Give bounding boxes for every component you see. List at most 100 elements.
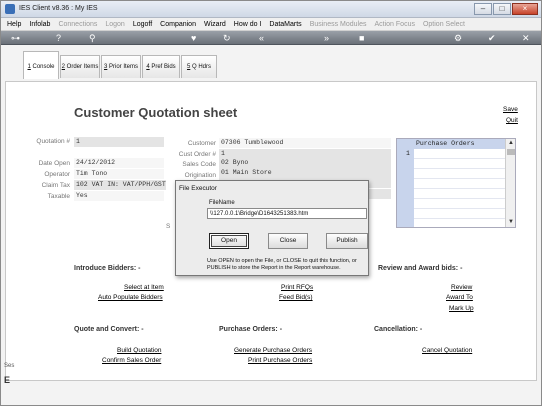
print-rfqs-link[interactable]: Print RFQs bbox=[281, 284, 313, 291]
sales-code-label: Sales Code bbox=[182, 161, 216, 168]
tab-strip: 1 Console 2 Order Items 3 Prior Items 4 … bbox=[1, 45, 541, 81]
auto-populate-bidders-link[interactable]: Auto Populate Bidders bbox=[98, 294, 163, 301]
quote-convert-heading: Quote and Convert: - bbox=[74, 326, 144, 333]
purchase-orders-list[interactable]: Purchase Orders 1 ▲ ▼ bbox=[396, 138, 516, 228]
close-window-button[interactable]: × bbox=[512, 3, 538, 15]
close-button[interactable]: Close bbox=[268, 233, 308, 249]
review-link[interactable]: Review bbox=[451, 284, 472, 291]
po-row-number: 1 bbox=[406, 150, 410, 157]
customer-field[interactable]: 07306 Tumblewood bbox=[219, 138, 391, 148]
menu-item-help[interactable]: Help bbox=[7, 21, 21, 28]
po-row[interactable] bbox=[414, 199, 505, 209]
po-scrollbar[interactable]: ▲ ▼ bbox=[505, 139, 515, 227]
fast-forward-icon[interactable]: » bbox=[324, 32, 329, 44]
po-row[interactable] bbox=[414, 209, 505, 219]
settings-icon[interactable]: ⚙ bbox=[454, 32, 462, 44]
po-row[interactable] bbox=[414, 159, 505, 169]
dialog-title: File Executor bbox=[179, 185, 217, 192]
menu-item-companion[interactable]: Companion bbox=[160, 21, 196, 28]
heart-icon[interactable]: ♥ bbox=[191, 32, 196, 44]
operator-field[interactable]: Tim Tono bbox=[74, 169, 164, 179]
tab-console[interactable]: 1 Console bbox=[23, 51, 59, 79]
claim-tax-field[interactable]: 102 VAT IN: VAT/PPH/GST/O bbox=[74, 180, 166, 190]
filename-input[interactable]: \\127.0.0.1\Bridge\D1643251383.htm bbox=[207, 208, 367, 219]
purchase-orders-heading: Purchase Orders: - bbox=[219, 326, 283, 333]
menu-item-datamarts[interactable]: DataMarts bbox=[269, 21, 301, 28]
quit-link[interactable]: Quit bbox=[506, 117, 518, 124]
menu-item-infolab[interactable]: Infolab bbox=[29, 21, 50, 28]
title-bar: IES Client v8.36 : My IES – □ × bbox=[1, 1, 541, 18]
generate-purchase-orders-link[interactable]: Generate Purchase Orders bbox=[234, 347, 312, 354]
build-quotation-link[interactable]: Build Quotation bbox=[117, 347, 161, 354]
window-controls: – □ × bbox=[474, 3, 538, 15]
refresh-icon[interactable]: ↻ bbox=[223, 32, 231, 44]
award-to-link[interactable]: Award To bbox=[446, 294, 473, 301]
po-row[interactable] bbox=[414, 149, 505, 159]
origination-field[interactable]: 01 Main Store bbox=[219, 168, 391, 178]
tab-pref-bids[interactable]: 4 Pref Bids bbox=[142, 55, 180, 78]
menu-bar: Help Infolab Connections Logon Logoff Compani… bbox=[1, 18, 541, 31]
introduce-bidders-heading: Introduce Bidders: - bbox=[74, 265, 141, 272]
help-icon[interactable]: ? bbox=[56, 32, 61, 44]
menu-item-connections[interactable]: Connections bbox=[58, 21, 97, 28]
minimize-button[interactable]: – bbox=[474, 3, 492, 15]
left-edge-ses-label: Ses bbox=[4, 363, 15, 369]
stop-icon[interactable]: ■ bbox=[359, 32, 364, 44]
menu-item-wizard[interactable]: Wizard bbox=[204, 21, 226, 28]
save-link[interactable]: Save bbox=[503, 106, 518, 113]
tab-prior-items[interactable]: 3 Prior Items bbox=[101, 55, 141, 78]
customer-label: Customer bbox=[187, 140, 216, 147]
claim-tax-label: Claim Tax bbox=[41, 182, 70, 189]
print-purchase-orders-link[interactable]: Print Purchase Orders bbox=[248, 357, 312, 364]
scroll-thumb[interactable] bbox=[507, 149, 515, 155]
review-award-heading: Review and Award bids: - bbox=[378, 265, 463, 272]
app-icon bbox=[5, 4, 15, 14]
sales-code-field[interactable]: 02 Byno bbox=[219, 158, 391, 168]
open-button[interactable]: Open bbox=[209, 233, 249, 249]
left-edge-e-label: E bbox=[4, 375, 11, 385]
taxable-label: Taxable bbox=[47, 193, 70, 200]
po-row[interactable] bbox=[414, 189, 505, 199]
cust-order-label: Cust Order # bbox=[178, 151, 216, 158]
po-column-header: Purchase Orders bbox=[414, 139, 505, 149]
publish-button[interactable]: Publish bbox=[326, 233, 368, 249]
check-icon[interactable]: ✔ bbox=[488, 32, 496, 44]
rewind-icon[interactable]: « bbox=[259, 32, 264, 44]
mark-up-link[interactable]: Mark Up bbox=[449, 305, 474, 312]
po-row[interactable] bbox=[414, 179, 505, 189]
menu-item-action-focus[interactable]: Action Focus bbox=[375, 21, 415, 28]
tab-order-items[interactable]: 2 Order Items bbox=[60, 55, 100, 78]
cancellation-heading: Cancellation: - bbox=[374, 326, 423, 333]
menu-item-logon[interactable]: Logon bbox=[105, 21, 124, 28]
window-title: IES Client v8.36 : My IES bbox=[19, 5, 98, 12]
search-icon[interactable]: ⚲ bbox=[89, 32, 96, 44]
tab-q-hdrs[interactable]: 5 Q Hdrs bbox=[181, 55, 217, 78]
dialog-message: Use OPEN to open the File, or CLOSE to q… bbox=[207, 258, 357, 271]
select-at-item-link[interactable]: Select at Item bbox=[124, 284, 164, 291]
filename-label: FileName bbox=[209, 200, 235, 206]
taxable-field[interactable]: Yes bbox=[74, 191, 164, 201]
app-window: IES Client v8.36 : My IES – □ × Help Info… bbox=[0, 0, 542, 406]
key-icon[interactable]: ⊶ bbox=[11, 32, 20, 44]
cancel-quotation-link[interactable]: Cancel Quotation bbox=[422, 347, 472, 354]
menu-item-option-select[interactable]: Option Select bbox=[423, 21, 465, 28]
menu-item-how-do-i[interactable]: How do I bbox=[234, 21, 262, 28]
menu-item-business-modules[interactable]: Business Modules bbox=[310, 21, 367, 28]
date-open-field[interactable]: 24/12/2012 bbox=[74, 158, 164, 168]
operator-label: Operator bbox=[44, 171, 70, 178]
scroll-up-icon[interactable]: ▲ bbox=[507, 139, 515, 147]
quotation-field[interactable]: 1 bbox=[74, 137, 164, 147]
confirm-sales-order-link[interactable]: Confirm Sales Order bbox=[102, 357, 161, 364]
close-icon[interactable]: ✕ bbox=[522, 32, 530, 44]
po-row[interactable] bbox=[414, 169, 505, 179]
file-executor-dialog: File Executor FileName \\127.0.0.1\Bridg… bbox=[175, 180, 369, 276]
menu-item-logoff[interactable]: Logoff bbox=[133, 21, 152, 28]
page-title: Customer Quotation sheet bbox=[74, 105, 238, 120]
scroll-down-icon[interactable]: ▼ bbox=[507, 218, 515, 226]
maximize-button[interactable]: □ bbox=[493, 3, 511, 15]
date-open-label: Date Open bbox=[38, 160, 70, 167]
quotation-label: Quotation # bbox=[36, 138, 70, 145]
feed-bids-link[interactable]: Feed Bid(s) bbox=[279, 294, 313, 301]
toolbar: ⊶ ? ⚲ ♥ ↻ « » ■ ⚙ ✔ ✕ bbox=[1, 31, 541, 45]
origination-label: Origination bbox=[184, 172, 216, 179]
